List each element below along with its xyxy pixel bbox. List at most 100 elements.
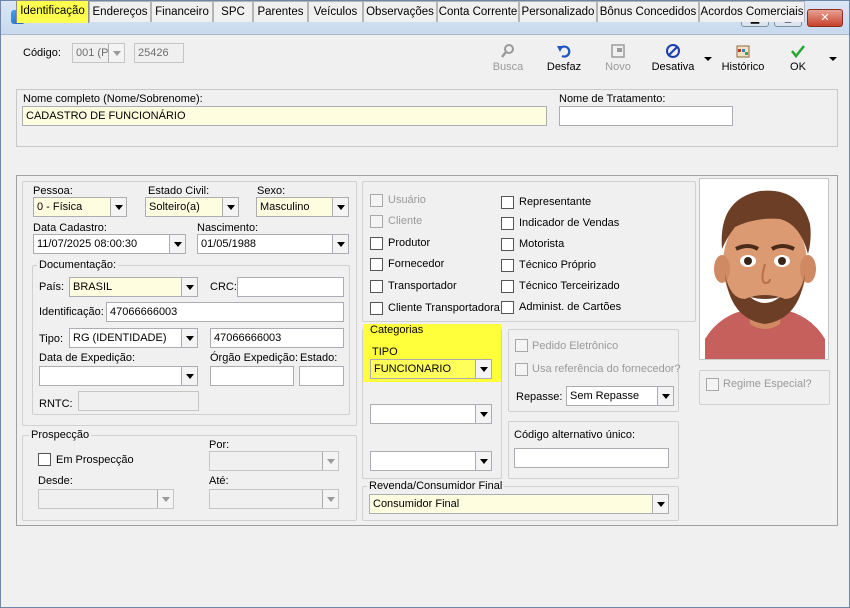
avatar[interactable] <box>699 178 829 360</box>
ok-dropdown-icon[interactable] <box>829 57 837 61</box>
orgao-expedicao-input[interactable] <box>210 366 294 386</box>
regime-especial-checkbox[interactable] <box>706 378 719 391</box>
block-icon <box>666 44 680 58</box>
repasse-select[interactable]: Sem Repasse <box>566 386 674 406</box>
estado-civil-label: Estado Civil: <box>148 185 210 197</box>
categoria-select-3[interactable] <box>370 451 492 471</box>
checkmark-icon <box>790 45 806 59</box>
avatar-illustration <box>705 190 825 359</box>
tab-veiculos[interactable]: Veículos <box>308 1 363 22</box>
categorias-title: Categorias <box>368 324 426 336</box>
transportador-checkbox[interactable] <box>370 280 383 293</box>
pais-select[interactable]: BRASIL <box>69 277 198 297</box>
nome-input[interactable]: CADASTRO DE FUNCIONÁRIO <box>22 106 547 126</box>
tecnico-proprio-checkbox[interactable] <box>501 259 514 272</box>
por-label: Por: <box>209 439 230 451</box>
categoria-select-2[interactable] <box>370 404 492 424</box>
tab-enderecos[interactable]: Endereços <box>89 1 151 22</box>
desfaz-button[interactable]: Desfaz <box>544 43 584 73</box>
ate-input[interactable] <box>209 489 339 509</box>
pessoa-select[interactable]: 0 - Física <box>33 197 127 217</box>
tratamento-label: Nome de Tratamento: <box>559 93 666 105</box>
identificacao-input[interactable]: 47066666003 <box>106 302 344 322</box>
tab-conta-corrente[interactable]: Conta Corrente <box>437 1 519 22</box>
indicador-vendas-checkbox[interactable] <box>501 217 514 230</box>
data-cadastro-label: Data Cadastro: <box>33 222 107 234</box>
documentacao-title: Documentação: <box>37 259 119 271</box>
busca-button[interactable]: Busca <box>490 43 526 73</box>
cliente-label: Cliente <box>388 215 423 227</box>
crc-input[interactable] <box>237 277 344 297</box>
cliente-transportadora-label: Cliente Transportadora <box>388 302 500 314</box>
desativa-dropdown-icon[interactable] <box>704 57 712 61</box>
representante-checkbox[interactable] <box>501 196 514 209</box>
fornecedor-checkbox[interactable] <box>370 258 383 271</box>
produtor-checkbox[interactable] <box>370 237 383 250</box>
codigo-input[interactable]: 25426 <box>134 43 184 63</box>
tratamento-input[interactable] <box>559 106 733 126</box>
tab-bonus-concedidos[interactable]: Bônus Concedidos <box>597 1 699 22</box>
cliente-transportadora-checkbox[interactable] <box>370 302 383 315</box>
estado-civil-select[interactable]: Solteiro(a) <box>145 197 239 217</box>
categoria-tipo-select[interactable]: FUNCIONARIO <box>370 359 492 379</box>
motorista-checkbox[interactable] <box>501 238 514 251</box>
codigo-label: Código: <box>23 47 61 59</box>
cliente-checkbox[interactable] <box>370 215 383 228</box>
sexo-label: Sexo: <box>257 185 286 197</box>
historico-button[interactable]: Histórico <box>720 43 766 73</box>
indicador-vendas-label: Indicador de Vendas <box>519 217 620 229</box>
tab-identificacao[interactable]: Identificação <box>16 0 89 23</box>
history-icon <box>736 45 750 58</box>
pedido-eletronico-checkbox[interactable] <box>515 339 528 352</box>
tab-financeiro[interactable]: Financeiro <box>151 1 213 22</box>
nascimento-label: Nascimento: <box>197 222 259 234</box>
codigo-alternativo-input[interactable] <box>514 448 669 468</box>
usuario-label: Usuário <box>388 194 426 206</box>
desde-label: Desde: <box>38 475 73 487</box>
motorista-label: Motorista <box>519 238 565 250</box>
nascimento-input[interactable]: 01/05/1988 <box>197 234 349 254</box>
revenda-select[interactable]: Consumidor Final <box>369 494 669 514</box>
tecnico-proprio-label: Técnico Próprio <box>519 259 597 271</box>
em-prospeccao-label: Em Prospecção <box>56 454 134 466</box>
desativa-button[interactable]: Desativa <box>649 43 697 73</box>
tipo-label: Tipo: <box>39 333 64 345</box>
por-select[interactable] <box>209 451 339 471</box>
estado-input[interactable] <box>299 366 344 386</box>
rntc-input[interactable] <box>78 391 199 411</box>
data-expedicao-input[interactable] <box>39 366 198 386</box>
tecnico-terceirizado-checkbox[interactable] <box>501 280 514 293</box>
pedido-eletronico-label: Pedido Eletrônico <box>532 340 619 352</box>
codigo-alternativo-label: Código alternativo único: <box>514 429 636 441</box>
data-cadastro-input[interactable]: 11/07/2025 08:00:30 <box>33 234 186 254</box>
usuario-checkbox[interactable] <box>370 194 383 207</box>
close-button[interactable]: ✕ <box>807 9 843 27</box>
empresa-select[interactable]: 001 (PI <box>72 43 125 63</box>
ok-button[interactable]: OK <box>783 43 813 73</box>
tab-acordos-comerciais[interactable]: Acordos Comerciais <box>699 1 805 22</box>
representante-label: Representante <box>519 196 592 208</box>
tab-personalizado[interactable]: Personalizado <box>519 1 597 22</box>
fornecedor-label: Fornecedor <box>388 258 445 270</box>
tab-observacoes[interactable]: Observações <box>363 1 437 22</box>
tecnico-terceirizado-label: Técnico Terceirizado <box>519 280 620 292</box>
tipo-documento-select[interactable]: RG (IDENTIDADE) <box>69 328 198 348</box>
regime-especial-label: Regime Especial? <box>723 378 812 390</box>
identificacao-label: Identificação: <box>39 306 104 318</box>
desde-input[interactable] <box>38 489 174 509</box>
tipo-numero-input[interactable]: 47066666003 <box>210 328 344 348</box>
pessoa-label: Pessoa: <box>33 185 73 197</box>
novo-button[interactable]: Novo <box>601 43 635 73</box>
sexo-select[interactable]: Masculino <box>256 197 349 217</box>
usa-referencia-checkbox[interactable] <box>515 363 528 376</box>
crc-label: CRC: <box>210 281 237 293</box>
orgao-expedicao-label: Órgão Expedição: <box>210 352 299 364</box>
ate-label: Até: <box>209 475 229 487</box>
em-prospeccao-checkbox[interactable] <box>38 453 51 466</box>
administ-cartoes-checkbox[interactable] <box>501 301 514 314</box>
nome-label: Nome completo (Nome/Sobrenome): <box>23 93 203 105</box>
tab-spc[interactable]: SPC <box>213 1 253 22</box>
empresa-value: 001 (PI <box>76 47 112 59</box>
tab-parentes[interactable]: Parentes <box>253 1 308 22</box>
estado-label: Estado: <box>300 352 338 364</box>
